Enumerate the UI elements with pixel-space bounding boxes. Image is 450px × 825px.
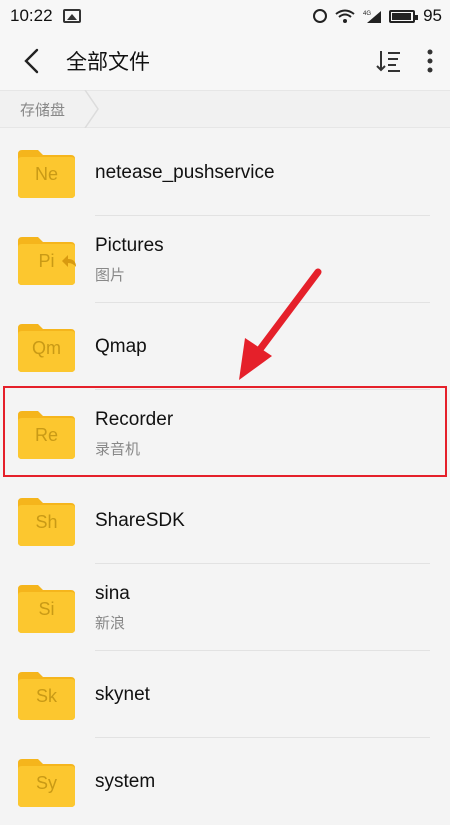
- folder-row-qmap[interactable]: Qm Qmap: [0, 303, 450, 390]
- folder-row-system[interactable]: Sy system: [0, 738, 450, 825]
- folder-name: ShareSDK: [95, 509, 185, 531]
- annotation-highlight-box: [3, 386, 447, 477]
- header-actions: [376, 32, 434, 90]
- folder-row-netease-pushservice[interactable]: Ne netease_pushservice: [0, 129, 450, 216]
- folder-icon: [18, 671, 75, 720]
- battery-percent: 95: [423, 6, 442, 25]
- folder-name: Pictures: [95, 235, 164, 256]
- folder-icon: [18, 149, 75, 198]
- gallery-icon: [62, 9, 81, 23]
- breadcrumb-item-storage[interactable]: 存储盘: [20, 99, 65, 120]
- more-options-button[interactable]: [426, 41, 434, 81]
- folder-name: netease_pushservice: [95, 161, 275, 183]
- more-vertical-icon: [427, 49, 433, 73]
- folder-icon: [18, 323, 75, 372]
- folder-icon: [18, 497, 75, 546]
- file-list: Ne netease_pushservice Pi Pictures 图片 Qm…: [0, 129, 450, 825]
- folder-icon: [18, 758, 75, 807]
- folder-icon: [18, 584, 75, 633]
- folder-name: system: [95, 770, 156, 792]
- folder-name: sina: [95, 583, 130, 604]
- wifi-icon: [335, 9, 355, 23]
- sort-button[interactable]: [376, 41, 402, 81]
- shortcut-arrow-icon: [62, 255, 76, 267]
- chevron-left-icon: [24, 48, 39, 74]
- folder-name: skynet: [95, 683, 150, 705]
- status-time: 10:22: [10, 6, 53, 25]
- folder-name: Qmap: [95, 335, 147, 357]
- svg-text:4G: 4G: [363, 11, 371, 17]
- page-title: 全部文件: [66, 51, 150, 74]
- breadcrumb-separator-icon: [84, 90, 99, 128]
- signal-4g-icon: 4G: [363, 11, 382, 23]
- folder-subtitle: 图片: [95, 267, 126, 284]
- folder-row-sharesdk[interactable]: Sh ShareSDK: [0, 477, 450, 564]
- sort-icon: [376, 51, 400, 72]
- folder-row-pictures[interactable]: Pi Pictures 图片: [0, 216, 450, 303]
- status-bar: 10:22 4G 95: [0, 0, 450, 32]
- battery-icon: [389, 9, 419, 23]
- folder-row-sina[interactable]: Si sina 新浪: [0, 564, 450, 651]
- alarm-icon: [313, 9, 328, 23]
- folder-subtitle: 新浪: [95, 615, 126, 632]
- back-button[interactable]: [6, 32, 56, 90]
- breadcrumb: 存储盘: [0, 90, 450, 128]
- folder-row-skynet[interactable]: Sk skynet: [0, 651, 450, 738]
- app-header: 全部文件: [0, 32, 450, 90]
- status-icons: 4G 95: [313, 0, 442, 32]
